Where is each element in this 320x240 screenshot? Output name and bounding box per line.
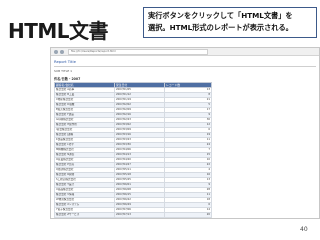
table-cell: 株式会社 AB商店 [54, 217, 115, 218]
callout-line-2: 選択。HTML形式のレポートが表示される。 [148, 23, 293, 32]
table-cell: 8 [164, 217, 212, 218]
report-table-body: 株式会社 A商事 2007/01/05 13 株式会社 B工業 2007/01/12 8 C… [54, 87, 212, 218]
browser-window: file:///C:/Users/Reports/report.html Rep… [50, 47, 320, 219]
slide-title: HTML文書 [8, 19, 109, 43]
browser-toolbar: file:///C:/Users/Reports/report.html [51, 48, 319, 56]
report-divider [54, 66, 316, 67]
forward-icon[interactable] [60, 50, 64, 54]
report-section-heading: 件名/日数 - 2007 [54, 77, 81, 81]
report-title: Report Title [54, 59, 76, 64]
back-icon[interactable] [54, 50, 58, 54]
table-cell: 2007/07/20 [114, 217, 165, 218]
page-number: 40 [300, 226, 308, 233]
report-subtitle: SUB TITLE 1 [54, 69, 73, 73]
report-table: 顧客名/会社名 受注日付 レコード数 株式会社 A商事 2007/01/05 13 株… [54, 82, 212, 218]
instruction-callout: 実行ボタンをクリックして「HTML文書」を 選択。HTML形式のレポートが表示さ… [143, 7, 317, 38]
callout-line-1: 実行ボタンをクリックして「HTML文書」を [148, 11, 293, 20]
table-row: 株式会社 AB商店2007/07/208 [54, 217, 212, 218]
address-bar[interactable]: file:///C:/Users/Reports/report.html [68, 49, 208, 55]
